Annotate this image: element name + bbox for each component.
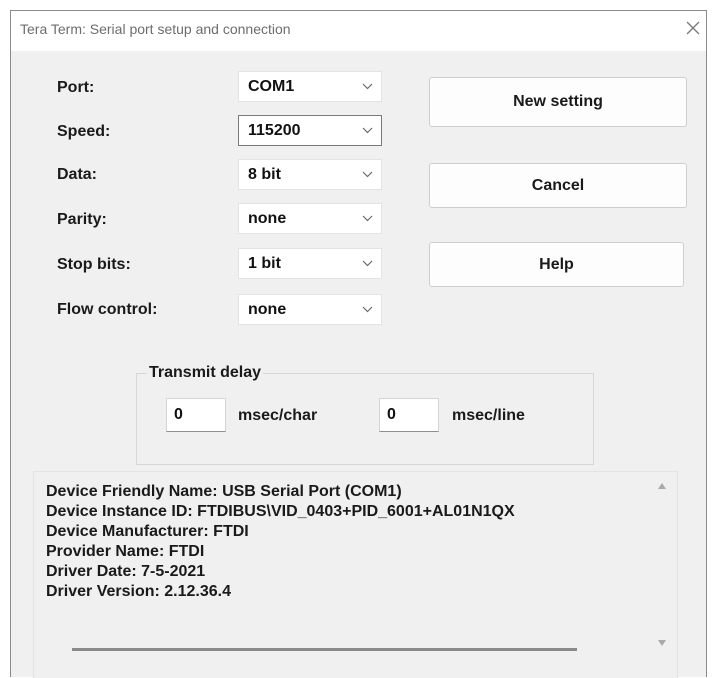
window-title: Tera Term: Serial port setup and connect… xyxy=(20,21,291,37)
data-bits-value: 8 bit xyxy=(248,166,281,183)
msec-per-line-value: 0 xyxy=(387,406,396,423)
chevron-down-icon xyxy=(362,260,373,267)
port-select[interactable]: COM1 xyxy=(238,71,382,102)
stop-bits-label: Stop bits: xyxy=(57,256,131,273)
parity-select[interactable]: none xyxy=(238,203,382,234)
parity-value: none xyxy=(248,210,287,227)
msec-per-char-unit: msec/char xyxy=(238,407,318,424)
device-manufacturer: Device Manufacturer: FTDI xyxy=(46,523,249,540)
horizontal-scrollbar-thumb[interactable] xyxy=(72,648,577,651)
msec-per-line-input[interactable]: 0 xyxy=(379,398,439,432)
speed-label: Speed: xyxy=(57,123,111,140)
new-setting-button[interactable]: New setting xyxy=(429,77,687,127)
port-value: COM1 xyxy=(248,78,295,95)
device-info-text: Device Friendly Name: USB Serial Port (C… xyxy=(46,482,652,602)
help-button[interactable]: Help xyxy=(429,242,684,287)
chevron-down-icon xyxy=(362,215,373,222)
flow-control-label: Flow control: xyxy=(57,301,158,318)
device-friendly-name: Device Friendly Name: USB Serial Port (C… xyxy=(46,483,402,500)
parity-label: Parity: xyxy=(57,211,107,228)
speed-select[interactable]: 115200 xyxy=(238,115,382,146)
device-info-box[interactable]: Device Friendly Name: USB Serial Port (C… xyxy=(33,471,678,678)
msec-per-char-value: 0 xyxy=(174,406,183,423)
title-bar: Tera Term: Serial port setup and connect… xyxy=(11,11,706,51)
flow-control-value: none xyxy=(248,301,287,318)
speed-value: 115200 xyxy=(248,122,301,139)
data-bits-label: Data: xyxy=(57,166,98,183)
data-bits-select[interactable]: 8 bit xyxy=(238,159,382,190)
stop-bits-value: 1 bit xyxy=(248,255,281,272)
transmit-delay-legend: Transmit delay xyxy=(147,364,264,382)
chevron-down-icon xyxy=(362,171,373,178)
serial-port-setup-dialog: Tera Term: Serial port setup and connect… xyxy=(10,10,707,678)
msec-per-line-unit: msec/line xyxy=(452,407,525,424)
flow-control-select[interactable]: none xyxy=(238,294,382,325)
provider-name: Provider Name: FTDI xyxy=(46,543,205,560)
chevron-down-icon xyxy=(362,83,373,90)
stop-bits-select[interactable]: 1 bit xyxy=(238,248,382,279)
chevron-down-icon xyxy=(362,127,373,134)
scroll-up-arrow-icon[interactable] xyxy=(657,482,667,490)
driver-date: Driver Date: 7-5-2021 xyxy=(46,563,206,580)
cancel-button[interactable]: Cancel xyxy=(429,163,687,208)
scroll-down-arrow-icon[interactable] xyxy=(657,639,667,647)
close-icon[interactable] xyxy=(684,19,702,37)
chevron-down-icon xyxy=(362,306,373,313)
msec-per-char-input[interactable]: 0 xyxy=(166,398,226,432)
port-label: Port: xyxy=(57,79,95,96)
driver-version: Driver Version: 2.12.36.4 xyxy=(46,583,231,600)
device-instance-id: Device Instance ID: FTDIBUS\VID_0403+PID… xyxy=(46,503,515,520)
